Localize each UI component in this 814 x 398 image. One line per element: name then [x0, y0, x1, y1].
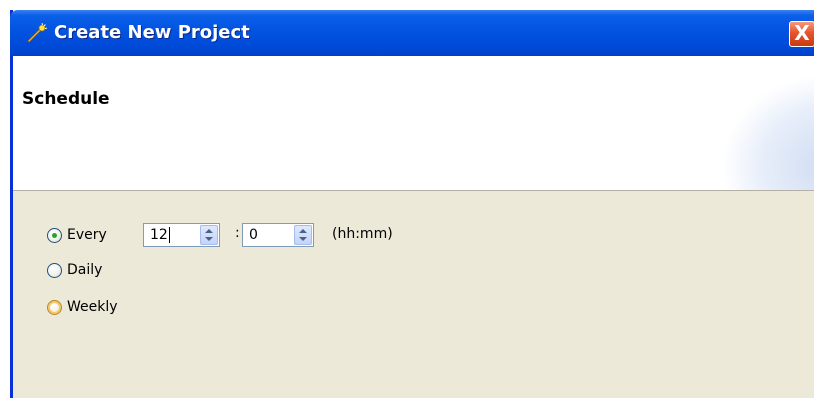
create-project-dialog: Create New Project X Schedule Every 12 :…	[10, 10, 814, 398]
arrow-down-icon[interactable]	[205, 237, 213, 241]
magic-wand-icon	[26, 22, 48, 43]
radio-daily-button[interactable]	[47, 263, 62, 278]
hours-spin-buttons[interactable]	[200, 225, 218, 245]
arrow-up-icon[interactable]	[205, 229, 213, 233]
wizard-header: Schedule	[13, 56, 814, 191]
text-cursor	[169, 227, 170, 243]
hours-value[interactable]: 12	[150, 227, 168, 243]
minutes-spin-buttons[interactable]	[294, 225, 312, 245]
hours-spinner[interactable]: 12	[143, 223, 220, 247]
arrow-up-icon[interactable]	[299, 229, 307, 233]
time-format-label: (hh:mm)	[332, 226, 393, 242]
minutes-spinner[interactable]: 0	[242, 223, 314, 247]
radio-every-button[interactable]	[47, 228, 62, 243]
arrow-down-icon[interactable]	[299, 237, 307, 241]
radio-checked-dot	[52, 233, 57, 238]
time-separator: :	[235, 225, 240, 241]
page-title: Schedule	[22, 89, 110, 109]
radio-daily-label[interactable]: Daily	[67, 262, 102, 278]
header-decoration	[724, 76, 814, 190]
minutes-value[interactable]: 0	[249, 227, 258, 243]
radio-weekly-label[interactable]: Weekly	[67, 299, 118, 315]
close-button[interactable]: X	[789, 21, 814, 47]
radio-weekly-button[interactable]	[47, 300, 62, 315]
title-bar[interactable]: Create New Project X	[10, 10, 814, 56]
window-title: Create New Project	[54, 22, 250, 43]
radio-every-label[interactable]: Every	[67, 227, 107, 243]
